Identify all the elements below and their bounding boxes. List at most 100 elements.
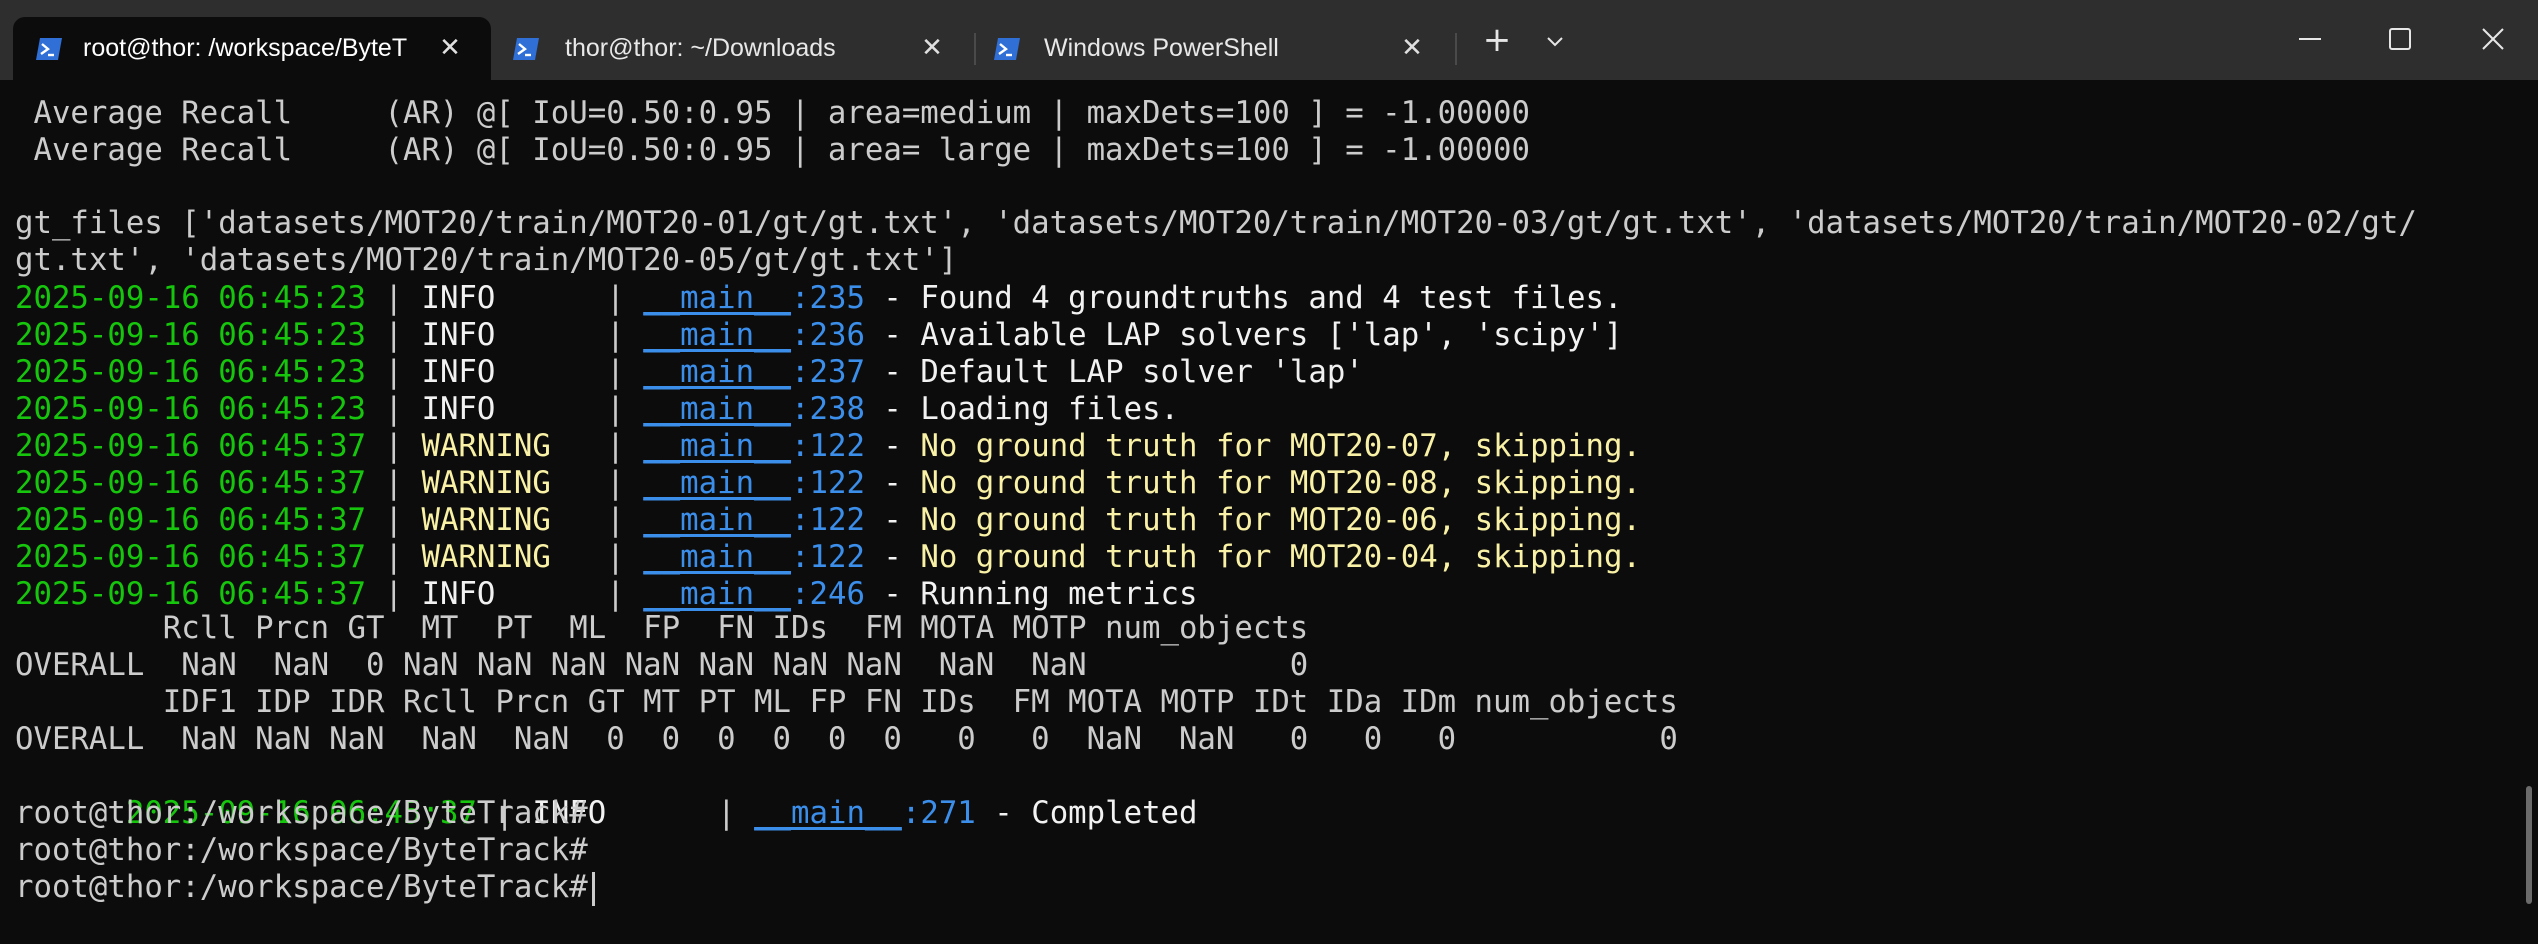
log-level: WARNING bbox=[421, 429, 588, 464]
maximize-button[interactable] bbox=[2355, 10, 2445, 68]
log-colon: : bbox=[791, 318, 810, 353]
log-level: INFO bbox=[421, 355, 588, 390]
log-line: 2025-09-16 06:45:23 | INFO | __main__:23… bbox=[15, 354, 1364, 391]
log-separator: | bbox=[587, 392, 644, 427]
log-module: __main__ bbox=[643, 318, 792, 353]
tab-thor-downloads[interactable]: thor@thor: ~/Downloads ✕ bbox=[497, 17, 967, 80]
tab-separator bbox=[1455, 33, 1457, 65]
log-timestamp: 2025-09-16 06:45:23 bbox=[15, 281, 367, 316]
log-line: 2025-09-16 06:45:23 | INFO | __main__:23… bbox=[15, 391, 1179, 428]
log-colon: : bbox=[791, 577, 810, 612]
log-line: 2025-09-16 06:45:23 | INFO | __main__:23… bbox=[15, 317, 1622, 354]
log-separator: | bbox=[366, 318, 422, 353]
tab-label: thor@thor: ~/Downloads bbox=[565, 34, 836, 62]
close-icon bbox=[2482, 28, 2504, 50]
log-separator: | bbox=[587, 318, 644, 353]
log-level: INFO bbox=[421, 577, 588, 612]
log-message: No ground truth for MOT20-06, skipping. bbox=[920, 503, 1641, 538]
close-tab-icon[interactable]: ✕ bbox=[914, 30, 950, 66]
log-dash: - bbox=[864, 318, 921, 353]
log-timestamp: 2025-09-16 06:45:37 bbox=[15, 540, 367, 575]
log-line-number: 237 bbox=[809, 355, 865, 390]
output-line: Average Recall (AR) @[ IoU=0.50:0.95 | a… bbox=[15, 96, 1530, 131]
log-dash: - bbox=[864, 355, 921, 390]
powershell-icon bbox=[994, 38, 1020, 60]
scrollbar-thumb[interactable] bbox=[2526, 786, 2532, 904]
log-level: WARNING bbox=[421, 466, 588, 501]
log-separator: | bbox=[587, 281, 644, 316]
shell-prompt: root@thor:/workspace/ByteTrack# bbox=[15, 870, 588, 905]
output-line: Average Recall (AR) @[ IoU=0.50:0.95 | a… bbox=[15, 133, 1530, 168]
tab-separator bbox=[974, 33, 976, 65]
log-message: No ground truth for MOT20-07, skipping. bbox=[920, 429, 1641, 464]
log-module: __main__ bbox=[643, 540, 792, 575]
metrics-table-header: Rcll Prcn GT MT PT ML FP FN IDs FM MOTA … bbox=[15, 611, 1309, 646]
log-module: __main__ bbox=[643, 429, 792, 464]
log-message: Available LAP solvers ['lap', 'scipy'] bbox=[920, 318, 1623, 353]
log-message: Running metrics bbox=[920, 577, 1198, 612]
log-line-number: 122 bbox=[809, 466, 865, 501]
log-message: Found 4 groundtruths and 4 test files. bbox=[920, 281, 1623, 316]
log-colon: : bbox=[901, 796, 921, 831]
log-colon: : bbox=[791, 466, 810, 501]
log-module: __main__ bbox=[643, 577, 792, 612]
log-timestamp: 2025-09-16 06:45:23 bbox=[15, 318, 367, 353]
log-separator: | bbox=[366, 429, 422, 464]
new-tab-button[interactable]: + bbox=[1475, 20, 1519, 64]
powershell-icon bbox=[513, 38, 539, 60]
log-timestamp: 2025-09-16 06:45:23 bbox=[15, 392, 367, 427]
close-window-button[interactable] bbox=[2448, 10, 2538, 68]
text-cursor bbox=[591, 871, 595, 906]
output-line: gt.txt', 'datasets/MOT20/train/MOT20-05/… bbox=[15, 243, 958, 278]
shell-prompt: root@thor:/workspace/ByteTrack# bbox=[15, 833, 588, 868]
tab-windows-powershell[interactable]: Windows PowerShell ✕ bbox=[977, 17, 1447, 80]
log-separator: | bbox=[366, 281, 422, 316]
log-separator: | bbox=[587, 540, 644, 575]
log-module: __main__ bbox=[643, 355, 792, 390]
close-tab-icon[interactable]: ✕ bbox=[1394, 30, 1430, 66]
terminal-window: root@thor: /workspace/ByteT ✕ thor@thor:… bbox=[0, 0, 2538, 944]
metrics-table-row: OVERALL NaN NaN NaN NaN NaN 0 0 0 0 0 0 … bbox=[15, 722, 1678, 757]
log-colon: : bbox=[791, 392, 810, 427]
log-message: Loading files. bbox=[920, 392, 1180, 427]
log-line-number: 122 bbox=[809, 540, 865, 575]
log-separator: | bbox=[587, 429, 644, 464]
log-module: __main__ bbox=[754, 796, 902, 831]
minimize-icon bbox=[2299, 38, 2321, 40]
log-separator: | bbox=[587, 503, 644, 538]
log-dash: - bbox=[864, 540, 921, 575]
log-timestamp: 2025-09-16 06:45:37 bbox=[15, 466, 367, 501]
chevron-down-icon bbox=[1547, 37, 1563, 47]
log-line: 2025-09-16 06:45:37 | INFO | __main__:27… bbox=[15, 758, 1198, 831]
log-colon: : bbox=[791, 503, 810, 538]
log-message: Default LAP solver 'lap' bbox=[920, 355, 1364, 390]
log-dash: - bbox=[864, 429, 921, 464]
powershell-icon bbox=[36, 38, 62, 60]
minimize-button[interactable] bbox=[2265, 10, 2355, 68]
tab-root-bytetrack[interactable]: root@thor: /workspace/ByteT ✕ bbox=[13, 17, 491, 80]
output-line: gt_files ['datasets/MOT20/train/MOT20-01… bbox=[15, 206, 2417, 241]
log-colon: : bbox=[791, 281, 810, 316]
log-line-number: 235 bbox=[809, 281, 865, 316]
tab-dropdown-button[interactable] bbox=[1533, 20, 1577, 64]
log-line: 2025-09-16 06:45:37 | WARNING | __main__… bbox=[15, 428, 1641, 465]
log-level: INFO bbox=[421, 281, 588, 316]
log-module: __main__ bbox=[643, 392, 792, 427]
log-line-number: 122 bbox=[809, 503, 865, 538]
terminal-output[interactable]: Average Recall (AR) @[ IoU=0.50:0.95 | a… bbox=[0, 80, 2520, 944]
log-timestamp: 2025-09-16 06:45:23 bbox=[15, 355, 367, 390]
log-message: No ground truth for MOT20-04, skipping. bbox=[920, 540, 1641, 575]
log-line: 2025-09-16 06:45:37 | WARNING | __main__… bbox=[15, 465, 1641, 502]
log-dash: - bbox=[975, 796, 1032, 831]
log-message: Completed bbox=[1031, 796, 1198, 831]
log-separator: | bbox=[366, 466, 422, 501]
log-separator: | bbox=[698, 796, 755, 831]
log-level: WARNING bbox=[421, 503, 588, 538]
shell-prompt-line[interactable]: root@thor:/workspace/ByteTrack# bbox=[15, 869, 595, 906]
title-bar: root@thor: /workspace/ByteT ✕ thor@thor:… bbox=[0, 0, 2538, 80]
log-line: 2025-09-16 06:45:37 | INFO | __main__:24… bbox=[15, 576, 1198, 613]
close-tab-icon[interactable]: ✕ bbox=[432, 30, 468, 66]
log-line: 2025-09-16 06:45:23 | INFO | __main__:23… bbox=[15, 280, 1622, 317]
log-line-number: 271 bbox=[920, 796, 976, 831]
metrics-table-header: IDF1 IDP IDR Rcll Prcn GT MT PT ML FP FN… bbox=[15, 685, 1678, 720]
